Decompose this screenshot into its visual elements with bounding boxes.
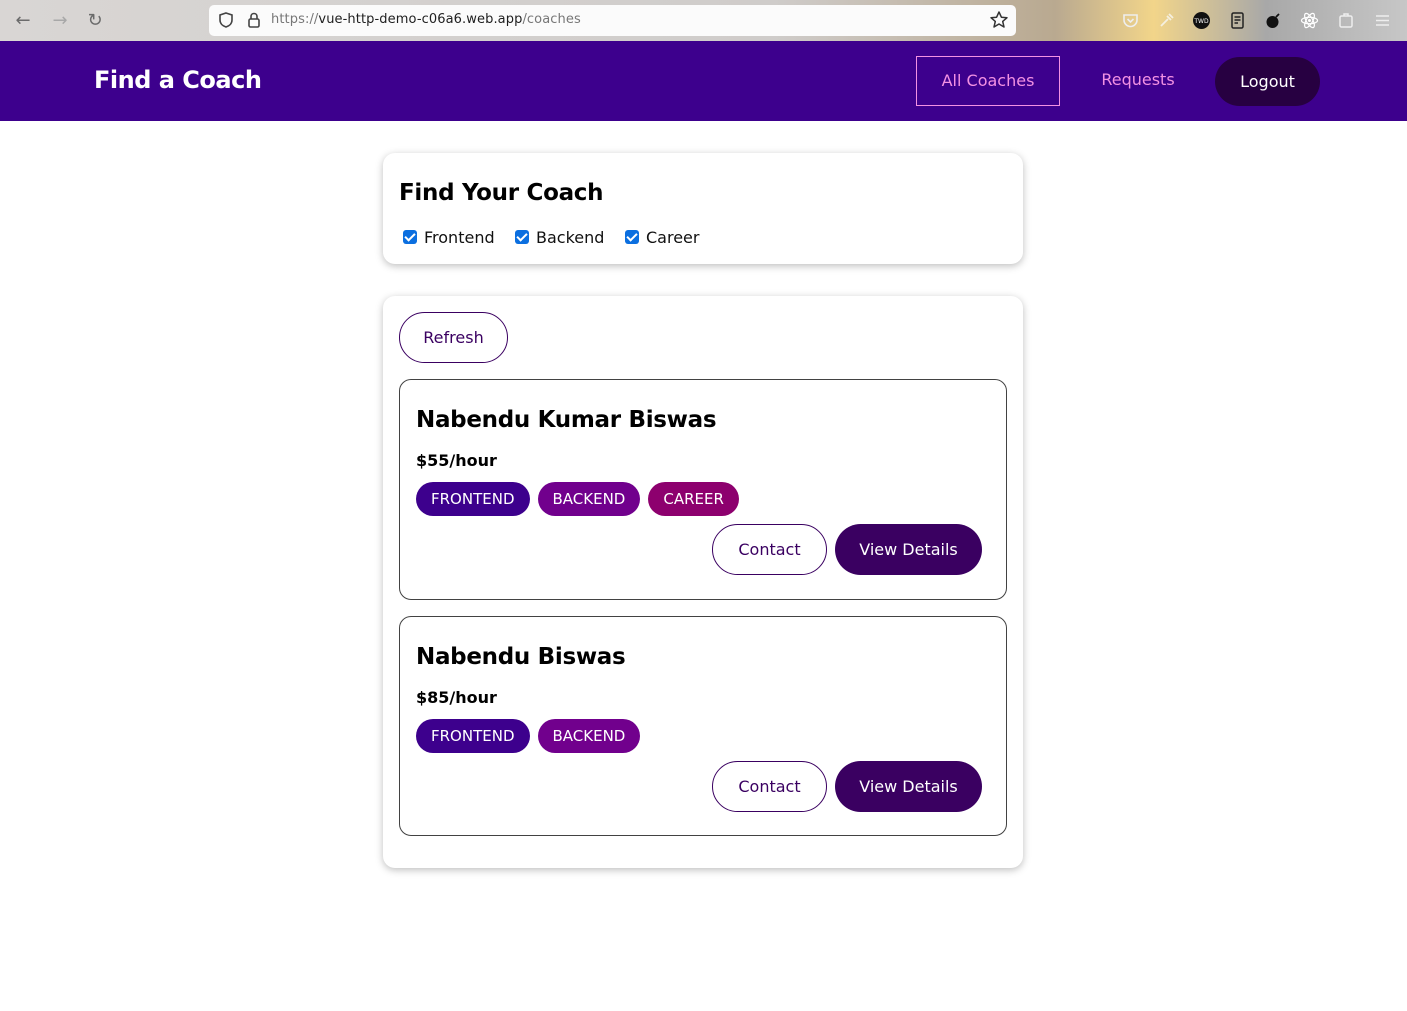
brand-title[interactable]: Find a Coach [94,66,262,94]
coach-actions: Contact View Details [712,761,982,812]
frontend-checkbox[interactable] [403,230,417,244]
react-devtools-icon[interactable] [1300,11,1319,30]
filter-career[interactable]: Career [625,226,699,248]
pocket-icon[interactable] [1121,11,1140,30]
shield-icon[interactable] [217,11,235,29]
svg-text:TWD: TWD [1193,18,1209,25]
view-details-button[interactable]: View Details [835,761,982,812]
filter-frontend-label: Frontend [424,227,495,247]
coach-item: Nabendu Kumar Biswas $55/hour FRONTEND B… [399,379,1007,600]
contact-button[interactable]: Contact [712,524,827,575]
bookmark-star-icon[interactable] [989,10,1009,30]
contact-button[interactable]: Contact [712,761,827,812]
filter-backend[interactable]: Backend [515,226,604,248]
coach-name: Nabendu Kumar Biswas [416,407,717,433]
address-bar[interactable]: https://vue-http-demo-c06a6.web.app/coac… [209,5,1016,36]
app-header: Find a Coach All Coaches Requests Logout [0,41,1407,121]
filter-career-label: Career [646,227,700,247]
badge-backend: BACKEND [537,482,641,516]
coach-areas: FRONTEND BACKEND [416,719,641,753]
coach-list-card: Refresh Nabendu Kumar Biswas $55/hour FR… [383,296,1023,868]
badge-frontend: FRONTEND [416,482,530,516]
coach-rate: $55/hour [416,451,497,470]
notes-icon[interactable] [1229,11,1248,30]
bomb-icon[interactable] [1264,11,1283,30]
career-checkbox[interactable] [625,230,639,244]
filter-backend-label: Backend [536,227,605,247]
badge-career: CAREER [648,482,739,516]
extensions-puzzle-icon[interactable] [1337,11,1356,30]
coach-rate: $85/hour [416,688,497,707]
url-text: https://vue-http-demo-c06a6.web.app/coac… [271,12,581,27]
lock-icon[interactable] [245,11,263,29]
badge-frontend: FRONTEND [416,719,530,753]
filter-frontend[interactable]: Frontend [403,226,495,248]
nav-requests[interactable]: Requests [1086,56,1190,106]
badge-backend: BACKEND [537,719,641,753]
view-details-button[interactable]: View Details [835,524,982,575]
nav-all-coaches[interactable]: All Coaches [916,56,1060,106]
coach-areas: FRONTEND BACKEND CAREER [416,482,739,516]
forward-arrow-icon[interactable]: → [48,9,72,33]
coach-filter-card: Find Your Coach Frontend Backend Career [383,153,1023,264]
coach-actions: Contact View Details [712,524,982,575]
back-arrow-icon[interactable]: ← [11,9,35,33]
coach-name: Nabendu Biswas [416,644,626,670]
coach-item: Nabendu Biswas $85/hour FRONTEND BACKEND… [399,616,1007,836]
menu-hamburger-icon[interactable] [1373,11,1392,30]
backend-checkbox[interactable] [515,230,529,244]
filter-title: Find Your Coach [399,180,604,206]
eyedropper-icon[interactable] [1157,11,1176,30]
browser-toolbar: ← → ↻ https://vue-http-demo-c06a6.web.ap… [0,0,1407,41]
extension-twd-icon[interactable]: TWD [1192,11,1211,30]
refresh-button[interactable]: Refresh [399,312,508,363]
reload-icon[interactable]: ↻ [83,9,107,33]
logout-button[interactable]: Logout [1215,57,1320,106]
